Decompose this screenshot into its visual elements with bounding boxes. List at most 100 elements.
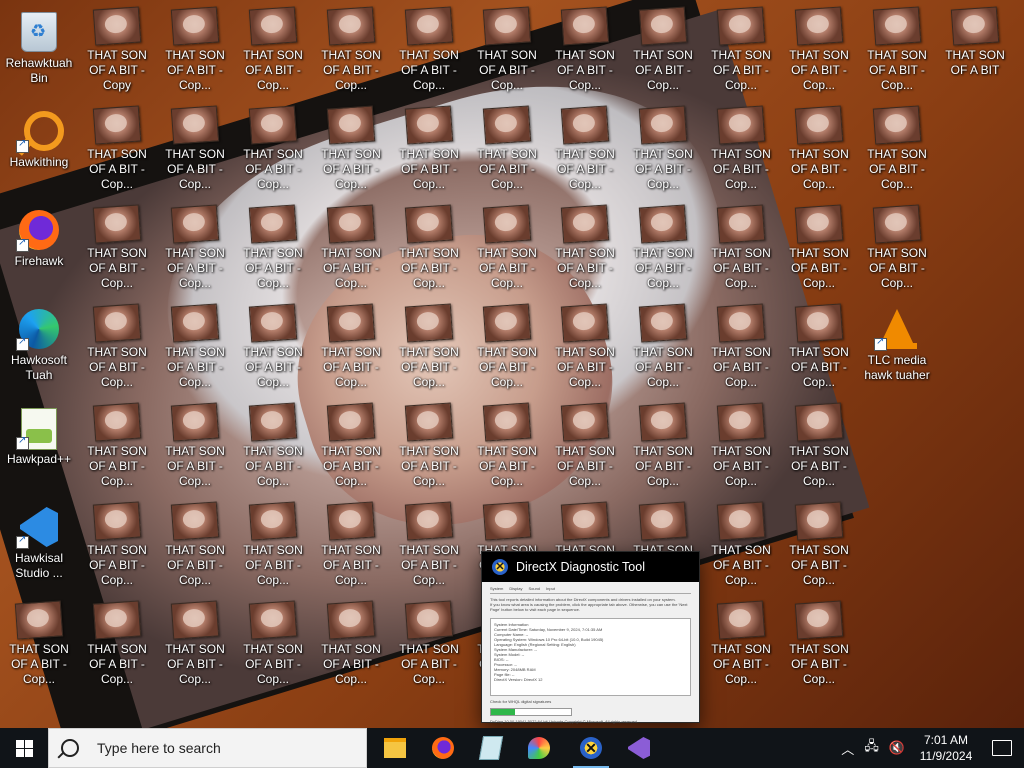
- desktop-icon-file[interactable]: THAT SON OF A BIT - Cop...: [390, 501, 468, 591]
- desktop-icon-file[interactable]: THAT SON OF A BIT - Cop...: [702, 303, 780, 393]
- desktop-icon-file[interactable]: THAT SON OF A BIT - Cop...: [78, 600, 156, 690]
- desktop-icon-file[interactable]: THAT SON OF A BIT - Cop...: [156, 600, 234, 690]
- chevron-up-icon[interactable]: ︿: [841, 739, 854, 758]
- desktop-icon-file[interactable]: THAT SON OF A BIT - Cop...: [468, 402, 546, 492]
- desktop-icon-file[interactable]: THAT SON OF A BIT - Cop...: [468, 303, 546, 393]
- desktop-icon-file[interactable]: THAT SON OF A BIT - Cop...: [546, 402, 624, 492]
- desktop-icon-file[interactable]: THAT SON OF A BIT - Cop...: [624, 105, 702, 195]
- desktop-icon-file[interactable]: THAT SON OF A BIT - Cop...: [780, 600, 858, 690]
- desktop-icon-file[interactable]: THAT SON OF A BIT - Cop...: [156, 105, 234, 195]
- network-icon[interactable]: 🖧: [864, 737, 879, 759]
- taskbar-firefox[interactable]: [421, 728, 465, 768]
- image-thumbnail: [248, 303, 298, 343]
- taskbar-directx[interactable]: ✕: [569, 728, 613, 768]
- desktop-icon-file[interactable]: THAT SON OF A BIT - Cop...: [702, 6, 780, 96]
- desktop-icon-file[interactable]: THAT SON OF A BIT - Cop...: [468, 6, 546, 96]
- window-titlebar[interactable]: ✕ DirectX Diagnostic Tool: [482, 552, 699, 582]
- tab-display[interactable]: Display: [509, 586, 522, 591]
- desktop-icon-file[interactable]: THAT SON OF A BIT - Cop...: [390, 6, 468, 96]
- taskbar-paint[interactable]: [517, 728, 561, 768]
- desktop-icon-file[interactable]: THAT SON OF A BIT - Cop...: [234, 501, 312, 591]
- tab-system[interactable]: System: [490, 586, 503, 591]
- desktop-icon-file[interactable]: THAT SON OF A BIT - Cop...: [468, 105, 546, 195]
- desktop-icon-file[interactable]: THAT SON OF A BIT - Cop...: [780, 402, 858, 492]
- desktop-icon-recycle-bin[interactable]: Rehawktuah Bin: [0, 6, 78, 96]
- desktop-icon-file[interactable]: THAT SON OF A BIT - Cop...: [780, 204, 858, 294]
- search-box[interactable]: Type here to search: [48, 728, 367, 768]
- desktop-icon-file[interactable]: THAT SON OF A BIT - Cop...: [234, 402, 312, 492]
- desktop-icon-file[interactable]: THAT SON OF A BIT - Cop...: [546, 105, 624, 195]
- clock[interactable]: 7:01 AM 11/9/2024: [916, 732, 976, 764]
- desktop-icon-file[interactable]: THAT SON OF A BIT - Cop...: [156, 501, 234, 591]
- image-thumbnail: [92, 6, 142, 46]
- desktop-icon-file[interactable]: THAT SON OF A BIT - Cop...: [858, 6, 936, 96]
- desktop-icon-file[interactable]: THAT SON OF A BIT - Cop...: [624, 6, 702, 96]
- desktop-icon-file[interactable]: THAT SON OF A BIT - Cop...: [390, 105, 468, 195]
- desktop-icon-file[interactable]: THAT SON OF A BIT - Cop...: [234, 6, 312, 96]
- desktop-icon-file[interactable]: THAT SON OF A BIT - Cop...: [156, 6, 234, 96]
- desktop-icon-hawkosoft[interactable]: Hawkosoft Tuah: [0, 303, 78, 393]
- taskbar-visual-studio[interactable]: [617, 728, 661, 768]
- desktop-icon-file[interactable]: THAT SON OF A BIT - Cop...: [156, 204, 234, 294]
- tab-input[interactable]: Input: [546, 586, 555, 591]
- desktop-icon-file[interactable]: THAT SON OF A BIT - Cop...: [390, 303, 468, 393]
- taskbar-notepad[interactable]: [469, 728, 513, 768]
- start-button[interactable]: [0, 728, 48, 768]
- volume-muted-icon[interactable]: 🔇: [889, 740, 905, 756]
- desktop-icon-file[interactable]: THAT SON OF A BIT - Cop...: [702, 204, 780, 294]
- desktop-icon-file[interactable]: THAT SON OF A BIT - Cop...: [312, 204, 390, 294]
- desktop-icon-file[interactable]: THAT SON OF A BIT - Cop...: [390, 204, 468, 294]
- tab-sound[interactable]: Sound: [528, 586, 540, 591]
- desktop-icon-file[interactable]: THAT SON OF A BIT - Cop...: [156, 303, 234, 393]
- desktop-icon-file[interactable]: THAT SON OF A BIT - Cop...: [702, 402, 780, 492]
- desktop-icon-file[interactable]: THAT SON OF A BIT - Cop...: [312, 303, 390, 393]
- desktop-icon-file[interactable]: THAT SON OF A BIT - Cop...: [858, 105, 936, 195]
- desktop-icon-file[interactable]: THAT SON OF A BIT - Cop...: [312, 501, 390, 591]
- notification-icon[interactable]: [992, 740, 1012, 756]
- desktop-icon-file[interactable]: THAT SON OF A BIT - Cop...: [234, 105, 312, 195]
- desktop-icon-hawkithing[interactable]: Hawkithing: [0, 105, 78, 195]
- desktop-icon-file[interactable]: THAT SON OF A BIT - Cop...: [780, 303, 858, 393]
- desktop-icon-file[interactable]: THAT SON OF A BIT - Cop...: [702, 105, 780, 195]
- desktop-icon-file[interactable]: THAT SON OF A BIT - Cop...: [78, 402, 156, 492]
- desktop-icon-file[interactable]: THAT SON OF A BIT - Cop...: [624, 303, 702, 393]
- taskbar-file-explorer[interactable]: [373, 728, 417, 768]
- desktop-icon-file[interactable]: THAT SON OF A BIT - Cop...: [780, 105, 858, 195]
- desktop-icon-file[interactable]: THAT SON OF A BIT - Cop...: [312, 105, 390, 195]
- desktop-icon-file[interactable]: THAT SON OF A BIT - Cop...: [390, 600, 468, 690]
- desktop-icon-file[interactable]: THAT SON OF A BIT: [936, 6, 1014, 96]
- desktop-icon-file[interactable]: THAT SON OF A BIT - Cop...: [546, 303, 624, 393]
- desktop-icon-label: THAT SON OF A BIT - Cop...: [165, 147, 225, 191]
- desktop-icon-file[interactable]: THAT SON OF A BIT - Cop...: [780, 6, 858, 96]
- desktop-icon-file[interactable]: THAT SON OF A BIT - Cop...: [624, 402, 702, 492]
- desktop-icon-file[interactable]: THAT SON OF A BIT - Cop...: [78, 105, 156, 195]
- whql-checkbox[interactable]: Check for WHQL digital signatures: [490, 699, 691, 704]
- desktop-icon-hawkpad[interactable]: Hawkpad++: [0, 402, 78, 492]
- desktop-icon-file[interactable]: THAT SON OF A BIT - Cop...: [312, 402, 390, 492]
- desktop-icon-firehawk[interactable]: Firehawk: [0, 204, 78, 294]
- desktop-icon-file[interactable]: THAT SON OF A BIT - Cop...: [858, 204, 936, 294]
- image-thumbnail: [950, 6, 1000, 46]
- desktop-icon-file[interactable]: THAT SON OF A BIT - Cop...: [390, 402, 468, 492]
- desktop-icon-file[interactable]: THAT SON OF A BIT - Cop...: [546, 204, 624, 294]
- desktop-icon-file[interactable]: THAT SON OF A BIT - Cop...: [546, 6, 624, 96]
- desktop-icon-file[interactable]: THAT SON OF A BIT - Cop...: [312, 600, 390, 690]
- desktop-icon-tlc-media[interactable]: TLC media hawk tuaher: [858, 303, 936, 393]
- desktop-icon-file[interactable]: THAT SON OF A BIT - Cop...: [78, 204, 156, 294]
- desktop-icon-file[interactable]: THAT SON OF A BIT - Cop...: [234, 303, 312, 393]
- desktop-icon-file[interactable]: THAT SON OF A BIT - Copy: [78, 6, 156, 96]
- desktop-icon-file[interactable]: THAT SON OF A BIT - Cop...: [624, 204, 702, 294]
- desktop-icon-file[interactable]: THAT SON OF A BIT - Cop...: [702, 501, 780, 591]
- desktop-icon-file[interactable]: THAT SON OF A BIT - Cop...: [312, 6, 390, 96]
- desktop-icon-file[interactable]: THAT SON OF A BIT - Cop...: [234, 204, 312, 294]
- desktop-icon-file[interactable]: THAT SON OF A BIT - Cop...: [78, 501, 156, 591]
- desktop-icon-file[interactable]: THAT SON OF A BIT - Cop...: [780, 501, 858, 591]
- desktop-icon-hawkisal[interactable]: Hawkisal Studio ...: [0, 501, 78, 591]
- desktop-icon-file[interactable]: THAT SON OF A BIT - Cop...: [468, 204, 546, 294]
- desktop-icon-file[interactable]: THAT SON OF A BIT - Cop...: [156, 402, 234, 492]
- desktop-icon-file[interactable]: THAT SON OF A BIT - Cop...: [0, 600, 78, 690]
- desktop-icon-file[interactable]: THAT SON OF A BIT - Cop...: [234, 600, 312, 690]
- desktop-icon-file[interactable]: THAT SON OF A BIT - Cop...: [702, 600, 780, 690]
- desktop-icon-file[interactable]: THAT SON OF A BIT - Cop...: [78, 303, 156, 393]
- directx-diagnostic-window[interactable]: ✕ DirectX Diagnostic Tool System Display…: [481, 551, 700, 737]
